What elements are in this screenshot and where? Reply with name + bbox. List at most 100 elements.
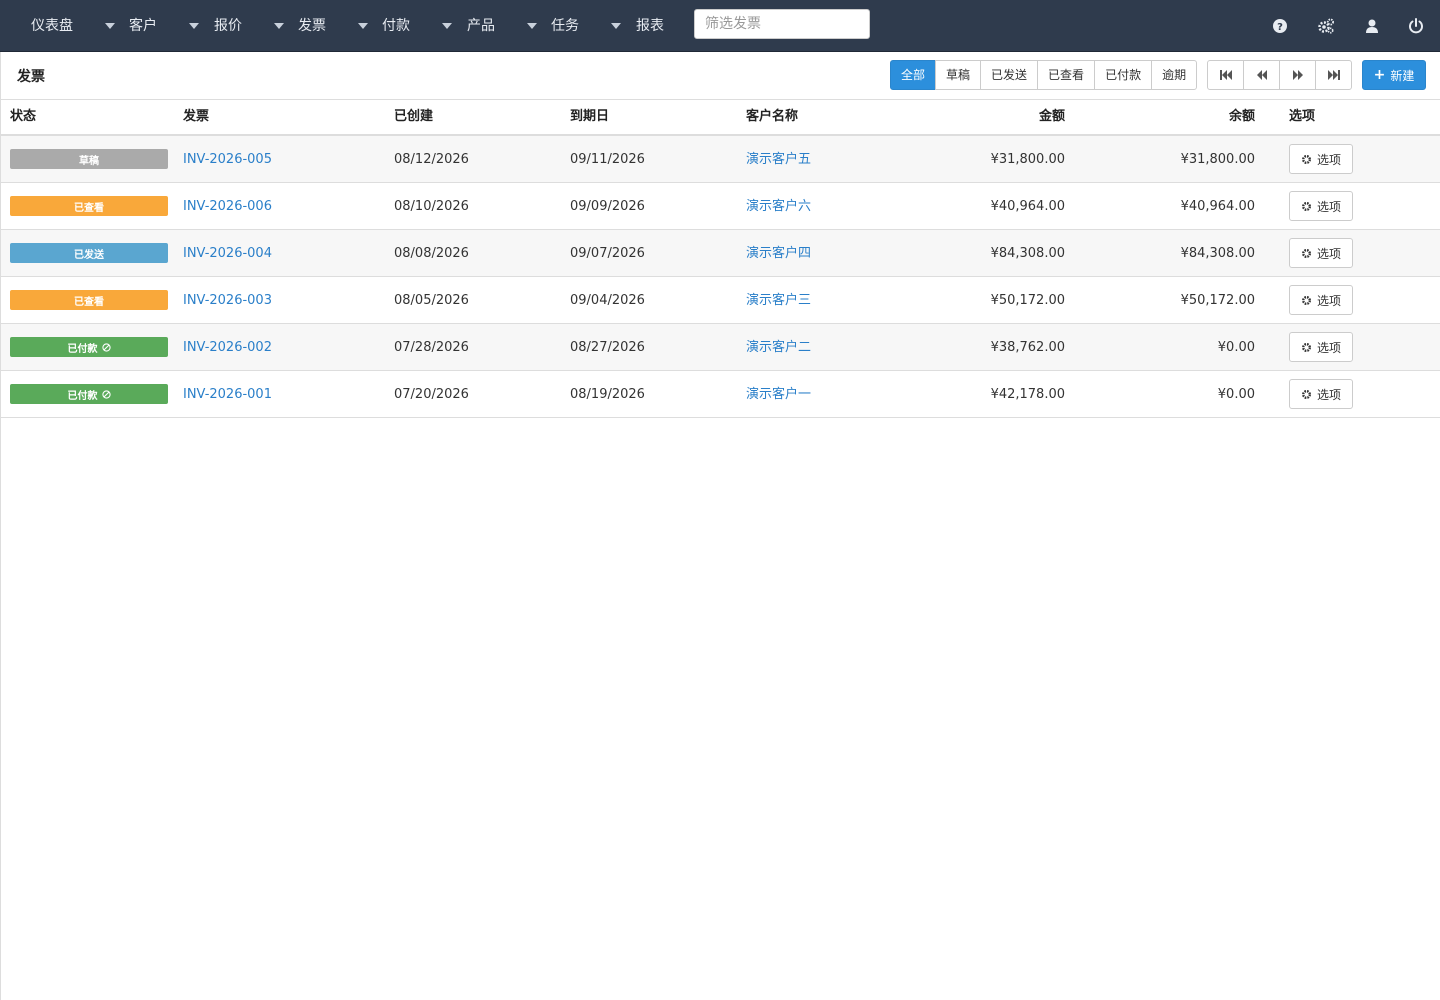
chevron-down-icon[interactable] xyxy=(611,23,621,29)
forward-icon xyxy=(1292,70,1303,80)
column-header-options: 选项 xyxy=(1289,109,1316,124)
options-button[interactable]: 选项 xyxy=(1289,238,1353,268)
created-date: 07/28/2026 xyxy=(394,340,469,355)
plus-icon: + xyxy=(1373,67,1386,83)
chevron-down-icon[interactable] xyxy=(358,23,368,29)
first-page-button[interactable] xyxy=(1207,60,1244,90)
client-name-link[interactable]: 演示客户二 xyxy=(746,324,811,371)
chevron-down-icon[interactable] xyxy=(527,23,537,29)
chevron-down-icon[interactable] xyxy=(105,23,115,29)
status-badge: 已查看 xyxy=(10,196,168,216)
options-button[interactable]: 选项 xyxy=(1289,191,1353,221)
nav-clients[interactable]: 客户 xyxy=(129,0,157,52)
client-name-link[interactable]: 演示客户四 xyxy=(746,230,811,277)
status-label: 已发送 xyxy=(74,249,104,261)
created-date: 08/05/2026 xyxy=(394,293,469,308)
client-name-link[interactable]: 演示客户五 xyxy=(746,136,811,183)
invoice-number-link[interactable]: INV-2026-006 xyxy=(183,183,272,230)
nav-payments[interactable]: 付款 xyxy=(382,0,410,52)
due-date: 09/11/2026 xyxy=(570,152,645,167)
status-label: 已查看 xyxy=(74,296,104,308)
invoice-number-link[interactable]: INV-2026-002 xyxy=(183,324,272,371)
last-page-icon xyxy=(1327,70,1340,80)
chevron-down-icon[interactable] xyxy=(274,23,284,29)
page-header: 发票 全部 草稿 已发送 已查看 已付款 逾期 + 新建 xyxy=(0,52,1440,100)
svg-text:?: ? xyxy=(1277,22,1283,33)
invoice-number-link[interactable]: INV-2026-001 xyxy=(183,371,272,418)
options-button[interactable]: 选项 xyxy=(1289,379,1353,409)
due-date: 09/09/2026 xyxy=(570,199,645,214)
column-header-client: 客户名称 xyxy=(746,109,799,124)
status-badge: 已发送 xyxy=(10,243,168,263)
status-badge: 已付款 xyxy=(10,384,168,404)
nav-products[interactable]: 产品 xyxy=(467,0,495,52)
amount-value: ¥38,762.00 xyxy=(990,340,1065,355)
options-button[interactable]: 选项 xyxy=(1289,144,1353,174)
nav-tasks[interactable]: 任务 xyxy=(551,0,579,52)
balance-value: ¥0.00 xyxy=(1217,387,1255,402)
filter-draft-button[interactable]: 草稿 xyxy=(935,60,982,90)
nav-quotes[interactable]: 报价 xyxy=(214,0,242,52)
options-label: 选项 xyxy=(1316,152,1341,167)
table-row: 草稿 INV-2026-005 08/12/2026 09/11/2026 演示客户五 ¥… xyxy=(1,136,1440,183)
due-date: 08/27/2026 xyxy=(570,340,645,355)
chevron-down-icon[interactable] xyxy=(442,23,452,29)
due-date: 09/04/2026 xyxy=(570,293,645,308)
filter-viewed-button[interactable]: 已查看 xyxy=(1037,60,1096,90)
filter-overdue-button[interactable]: 逾期 xyxy=(1151,60,1198,90)
backward-icon xyxy=(1256,70,1267,80)
column-header-created: 已创建 xyxy=(394,109,434,124)
filter-paid-button[interactable]: 已付款 xyxy=(1094,60,1153,90)
options-button[interactable]: 选项 xyxy=(1289,285,1353,315)
amount-value: ¥84,308.00 xyxy=(990,246,1065,261)
previous-page-button[interactable] xyxy=(1243,60,1280,90)
nav-invoices[interactable]: 发票 xyxy=(298,0,326,52)
paid-check-icon xyxy=(101,389,111,399)
column-header-due-date: 到期日 xyxy=(570,109,610,124)
filter-all-button[interactable]: 全部 xyxy=(890,60,937,90)
gear-icon xyxy=(1301,389,1311,399)
power-icon[interactable] xyxy=(1407,17,1425,35)
new-invoice-button[interactable]: + 新建 xyxy=(1362,60,1426,90)
amount-value: ¥31,800.00 xyxy=(990,152,1065,167)
amount-value: ¥50,172.00 xyxy=(990,293,1065,308)
client-name-link[interactable]: 演示客户一 xyxy=(746,371,811,418)
new-invoice-label: 新建 xyxy=(1390,68,1415,83)
nav-reports[interactable]: 报表 xyxy=(636,0,664,52)
balance-value: ¥31,800.00 xyxy=(1180,152,1255,167)
user-icon[interactable] xyxy=(1363,17,1381,35)
client-name-link[interactable]: 演示客户三 xyxy=(746,277,811,324)
page-title: 发票 xyxy=(17,69,45,85)
status-filter-group: 全部 草稿 已发送 已查看 已付款 逾期 xyxy=(890,60,1198,90)
options-label: 选项 xyxy=(1316,246,1341,261)
column-header-status: 状态 xyxy=(10,109,37,124)
nav-dashboard[interactable]: 仪表盘 xyxy=(31,0,73,52)
options-button[interactable]: 选项 xyxy=(1289,332,1353,362)
invoice-number-link[interactable]: INV-2026-004 xyxy=(183,230,272,277)
last-page-button[interactable] xyxy=(1315,60,1352,90)
first-page-icon xyxy=(1219,70,1232,80)
balance-value: ¥0.00 xyxy=(1217,340,1255,355)
filter-sent-button[interactable]: 已发送 xyxy=(980,60,1039,90)
balance-value: ¥84,308.00 xyxy=(1180,246,1255,261)
chevron-down-icon[interactable] xyxy=(189,23,199,29)
due-date: 08/19/2026 xyxy=(570,387,645,402)
table-row: 已查看 INV-2026-006 08/10/2026 09/09/2026 演示客户六… xyxy=(1,183,1440,230)
invoice-number-link[interactable]: INV-2026-005 xyxy=(183,136,272,183)
status-label: 已付款 xyxy=(67,390,98,402)
due-date: 09/07/2026 xyxy=(570,246,645,261)
invoice-filter-input[interactable] xyxy=(694,9,870,39)
client-name-link[interactable]: 演示客户六 xyxy=(746,183,811,230)
column-header-amount: 金额 xyxy=(1038,109,1065,124)
amount-value: ¥40,964.00 xyxy=(990,199,1065,214)
status-label: 已查看 xyxy=(74,202,104,214)
invoices-table: 状态 发票 已创建 到期日 客户名称 金额 余额 选项 草稿 INV-2026-0… xyxy=(0,100,1440,1000)
invoice-number-link[interactable]: INV-2026-003 xyxy=(183,277,272,324)
options-label: 选项 xyxy=(1316,340,1341,355)
status-label: 草稿 xyxy=(79,155,99,167)
top-navbar: 仪表盘 客户 报价 发票 付款 产品 任务 报表 ? xyxy=(0,0,1440,52)
settings-icon[interactable] xyxy=(1317,17,1335,35)
next-page-button[interactable] xyxy=(1279,60,1316,90)
help-icon[interactable]: ? xyxy=(1271,17,1289,35)
options-label: 选项 xyxy=(1316,199,1341,214)
